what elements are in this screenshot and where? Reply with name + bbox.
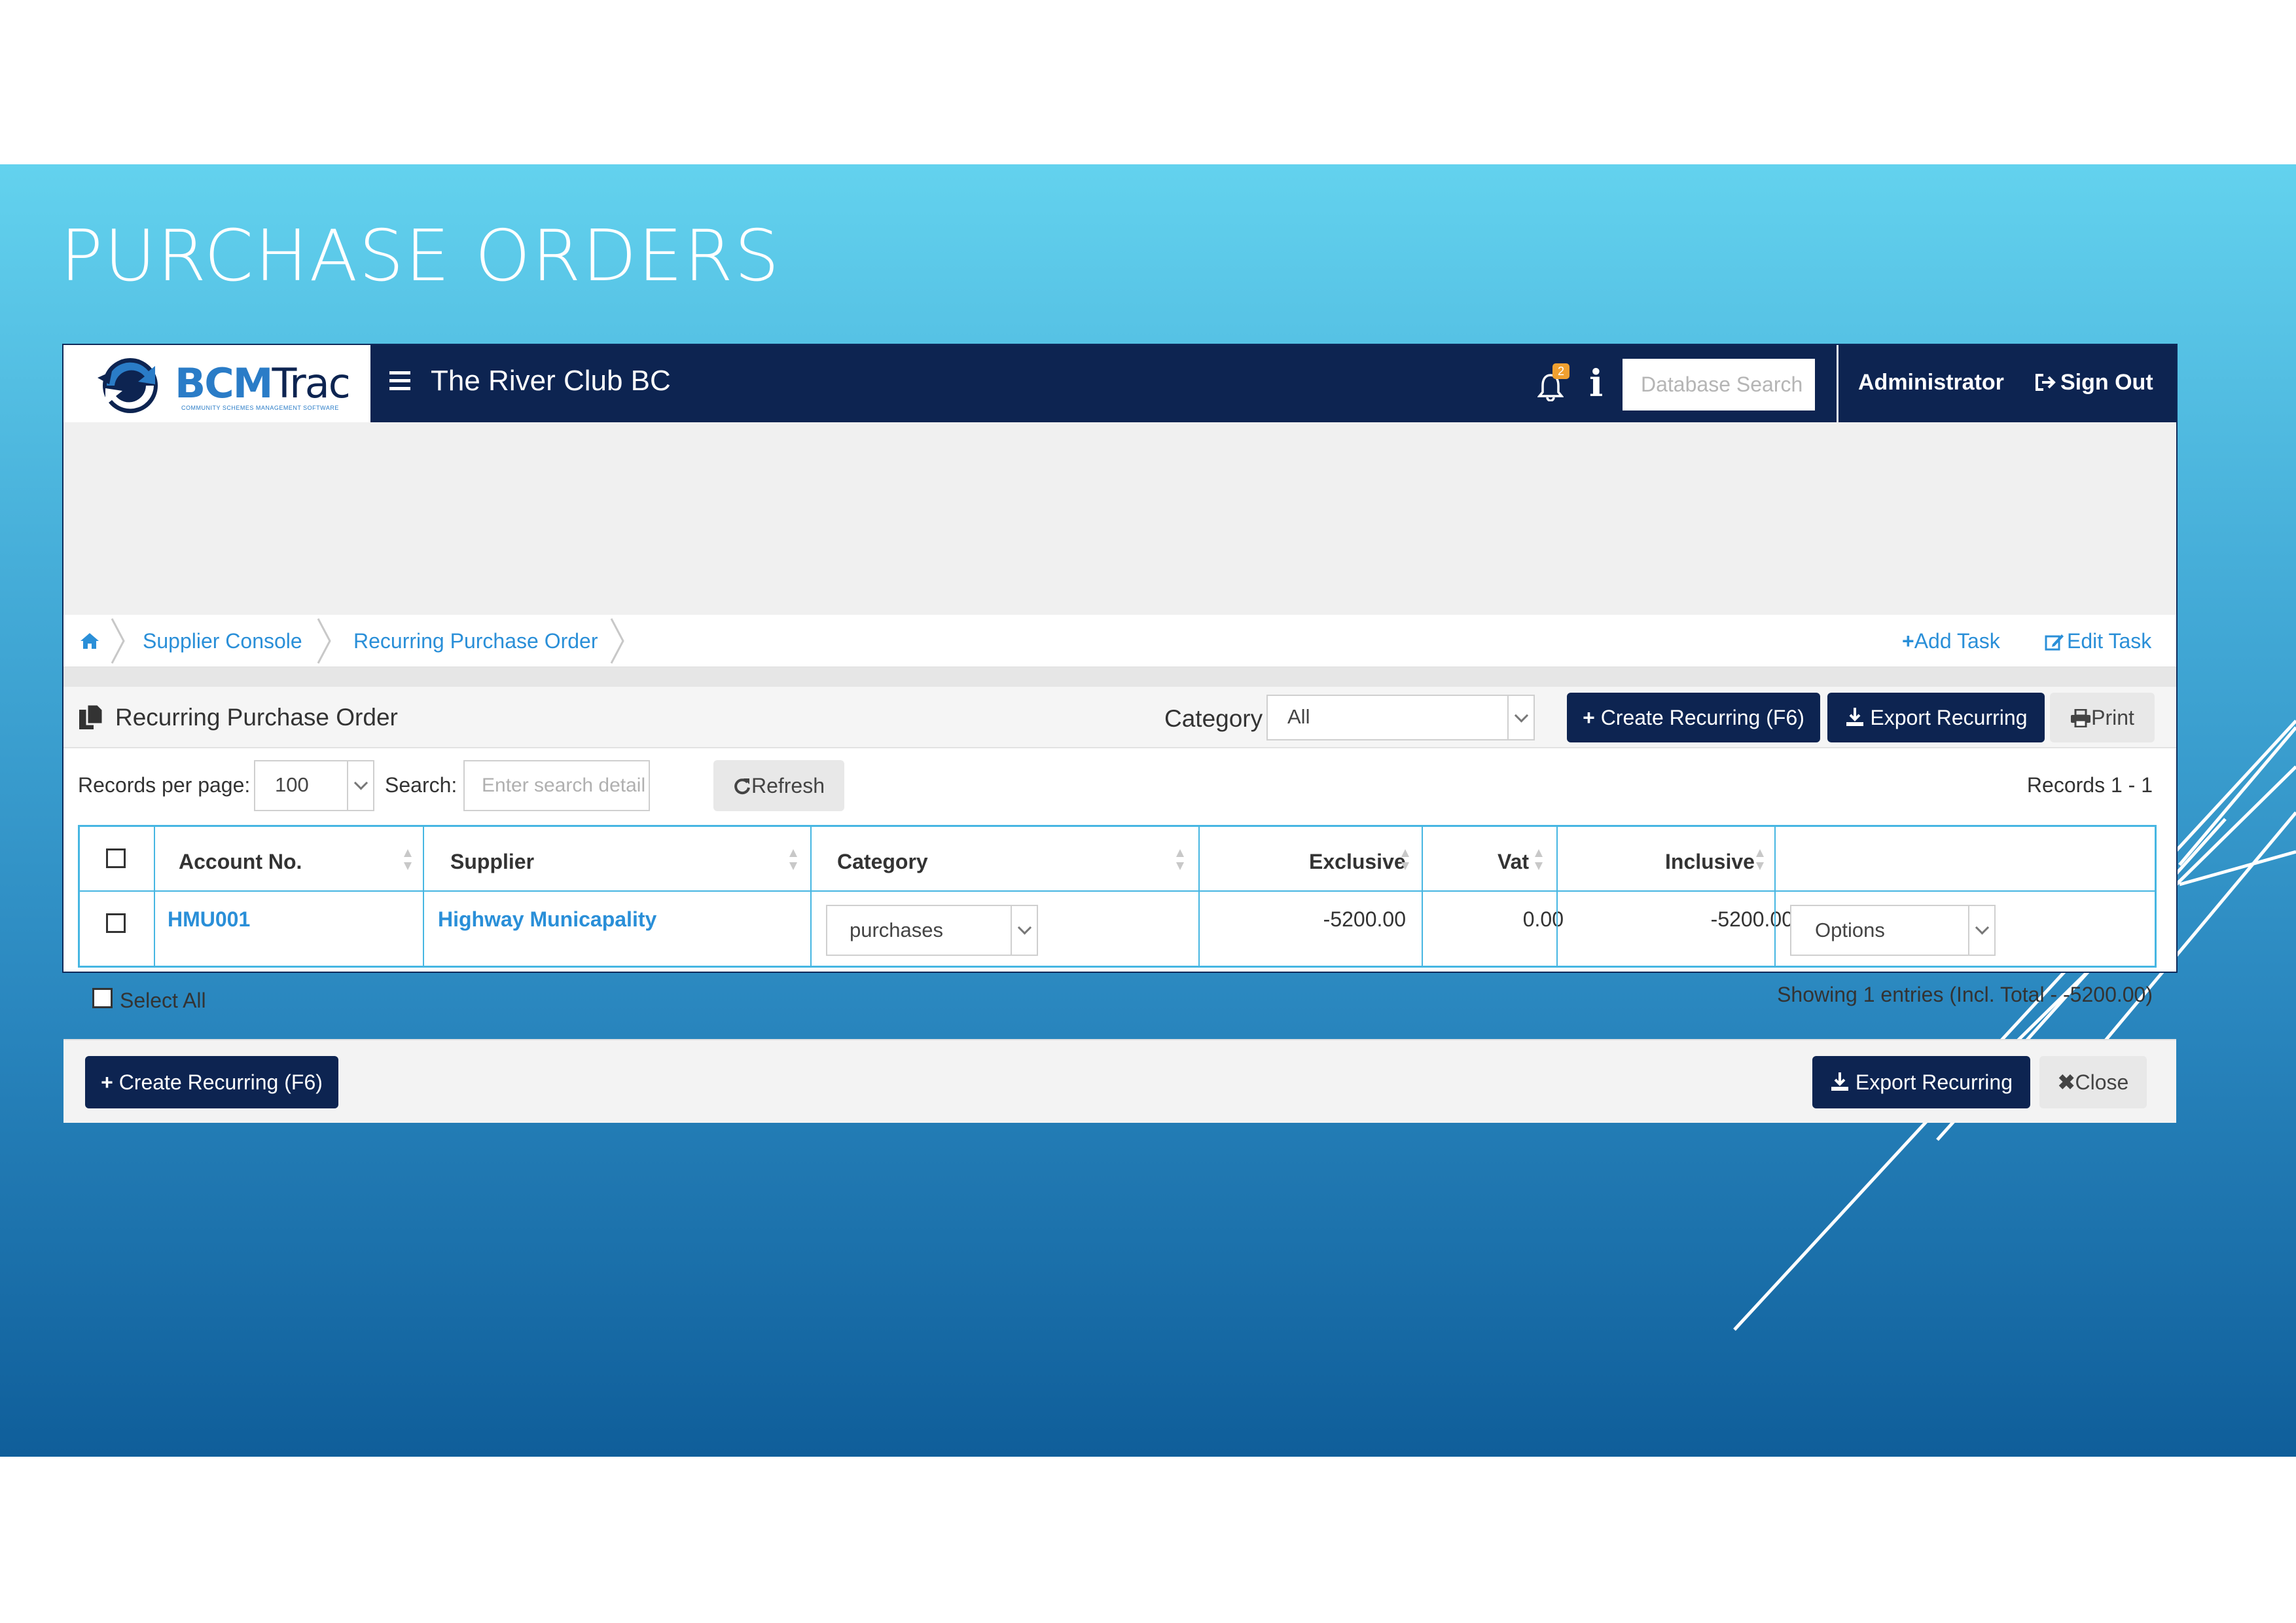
entries-summary: Showing 1 entries (Incl. Total - -5200.0… [1777, 983, 2153, 1006]
select-all-label[interactable]: Select All [120, 989, 206, 1013]
column-divider [1198, 827, 1200, 966]
app-title: The River Club BC [431, 365, 671, 397]
table-header-row: Account No. Supplier Category Exclusive … [80, 827, 2155, 892]
add-task-link[interactable]: +Add Task [1902, 629, 2000, 653]
panel-title: Recurring Purchase Order [115, 704, 398, 731]
column-header-category[interactable]: Category [837, 850, 928, 874]
breadcrumb-supplier-console[interactable]: Supplier Console [143, 629, 302, 653]
user-menu[interactable]: Administrator [1858, 370, 2004, 395]
plus-icon: + [101, 1070, 113, 1094]
account-link[interactable]: HMU001 [168, 907, 250, 932]
slide-title: PURCHASE ORDERS [60, 215, 781, 297]
records-per-page-select[interactable]: 100 [254, 760, 374, 811]
column-divider [1422, 827, 1423, 966]
breadcrumb-separator-icon [317, 618, 331, 664]
purchase-order-table: Account No. Supplier Category Exclusive … [78, 825, 2157, 968]
breadcrumb-recurring-purchase-order[interactable]: Recurring Purchase Order [353, 629, 598, 653]
panel-header: Recurring Purchase Order Category All + … [63, 687, 2176, 748]
header-checkbox[interactable] [106, 848, 126, 868]
search-input[interactable] [463, 760, 650, 811]
footer-export-recurring-button[interactable]: Export Recurring [1812, 1056, 2030, 1108]
sort-icon[interactable] [789, 847, 798, 873]
home-icon[interactable] [78, 629, 101, 653]
spacer [63, 667, 2176, 687]
column-divider [154, 827, 155, 966]
column-header-supplier[interactable]: Supplier [450, 850, 534, 874]
close-button[interactable]: ✖Close [2039, 1056, 2147, 1108]
category-select[interactable]: All [1266, 695, 1535, 740]
logo-emblem-icon [98, 358, 158, 413]
column-divider [1774, 827, 1776, 966]
breadcrumb: Supplier Console Recurring Purchase Orde… [63, 615, 2176, 667]
chevron-down-icon [1011, 906, 1037, 955]
logo-tagline: COMMUNITY SCHEMES MANAGEMENT SOFTWARE [181, 405, 339, 411]
top-navbar: BCMTrac COMMUNITY SCHEMES MANAGEMENT SOF… [63, 345, 2176, 422]
close-icon: ✖ [2057, 1070, 2075, 1094]
chevron-down-icon [1968, 906, 1994, 955]
edit-task-link[interactable]: Edit Task [2045, 629, 2151, 653]
inclusive-value: -5200.00 [1710, 907, 1793, 931]
refresh-icon [734, 778, 750, 795]
sort-icon[interactable] [1175, 847, 1185, 873]
chevron-down-icon [347, 761, 373, 810]
row-category-select[interactable]: purchases [826, 905, 1038, 956]
print-icon [2071, 708, 2091, 728]
row-checkbox[interactable] [106, 913, 126, 933]
column-header-inclusive[interactable]: Inclusive [1665, 850, 1755, 874]
export-icon [1831, 1072, 1848, 1091]
column-divider [1556, 827, 1558, 966]
sign-out-icon [2036, 374, 2056, 391]
create-recurring-button[interactable]: + Create Recurring (F6) [1567, 693, 1820, 742]
documents-icon [79, 703, 104, 729]
spacer [63, 422, 2176, 615]
records-per-page-label: Records per page: [78, 773, 251, 797]
sort-icon[interactable] [1401, 847, 1410, 873]
database-search-input[interactable] [1623, 359, 1815, 410]
column-divider [423, 827, 424, 966]
table-row[interactable]: HMU001 Highway Municapality purchases -5… [80, 892, 2155, 966]
exclusive-value: -5200.00 [1323, 907, 1406, 931]
export-icon [1846, 708, 1863, 726]
export-recurring-button[interactable]: Export Recurring [1827, 693, 2045, 742]
navbar-separator [1837, 345, 1839, 422]
supplier-link[interactable]: Highway Municapality [438, 907, 656, 932]
breadcrumb-separator-icon [111, 618, 125, 664]
info-icon[interactable]: i [1589, 362, 1603, 405]
logo[interactable]: BCMTrac COMMUNITY SCHEMES MANAGEMENT SOF… [63, 345, 370, 422]
panel-footer: + Create Recurring (F6) Export Recurring… [63, 1039, 2176, 1123]
footer-create-recurring-button[interactable]: + Create Recurring (F6) [85, 1056, 338, 1108]
vat-value: 0.00 [1522, 907, 1564, 931]
refresh-button[interactable]: Refresh [713, 760, 844, 811]
column-header-exclusive[interactable]: Exclusive [1309, 850, 1406, 874]
select-all-checkbox[interactable] [92, 988, 113, 1008]
plus-icon: + [1583, 706, 1595, 729]
column-header-vat[interactable]: Vat [1498, 850, 1529, 874]
category-label: Category [1164, 705, 1263, 732]
breadcrumb-separator-icon [610, 618, 624, 664]
print-button[interactable]: Print [2050, 693, 2155, 742]
sort-icon[interactable] [1755, 847, 1765, 873]
column-divider [810, 827, 812, 966]
row-options-select[interactable]: Options [1790, 905, 1996, 956]
edit-icon [2045, 634, 2064, 651]
sort-icon[interactable] [1534, 847, 1543, 873]
app-window: BCMTrac COMMUNITY SCHEMES MANAGEMENT SOF… [63, 345, 2176, 1123]
sign-out-link[interactable]: Sign Out [2034, 370, 2153, 395]
logo-text: BCMTrac [175, 359, 351, 407]
sort-icon[interactable] [403, 847, 412, 873]
records-range: Records 1 - 1 [2026, 773, 2153, 797]
plus-icon: + [1902, 629, 1914, 653]
chevron-down-icon [1507, 696, 1534, 739]
notification-badge: 2 [1552, 363, 1570, 379]
search-label: Search: [385, 773, 457, 797]
hamburger-menu-icon[interactable] [389, 371, 412, 393]
column-header-account[interactable]: Account No. [179, 850, 302, 874]
